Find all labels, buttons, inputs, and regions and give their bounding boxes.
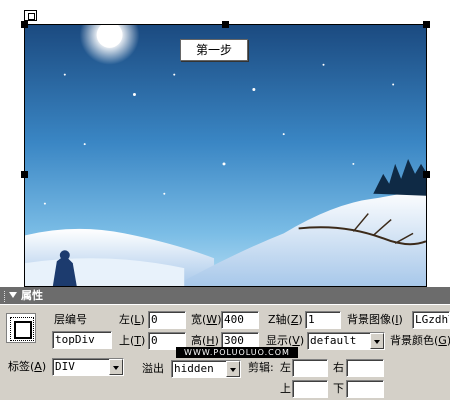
resize-handle-mr[interactable] xyxy=(423,171,430,178)
z-index-input[interactable]: 1 xyxy=(305,311,341,329)
overflow-label: 溢出 xyxy=(142,362,164,375)
clip-left-input[interactable] xyxy=(292,359,328,377)
tag-value: DIV xyxy=(55,360,75,373)
panel-title: 属性 xyxy=(21,289,43,302)
chevron-down-icon[interactable] xyxy=(109,359,123,375)
width-input[interactable]: 400 xyxy=(221,311,259,329)
tag-label: 标签(A) xyxy=(8,360,47,373)
clip-left-label: 左 xyxy=(280,361,291,374)
resize-handle-tr[interactable] xyxy=(423,21,430,28)
chevron-down-icon[interactable] xyxy=(370,333,384,349)
bg-image-input[interactable]: LGzdhY xyxy=(412,311,450,329)
watermark: WWW.POLUOLUO.COM xyxy=(176,347,298,358)
left-input[interactable]: 0 xyxy=(148,311,186,329)
layer-anchor-icon[interactable] xyxy=(24,10,37,21)
app-window: 第一步 属性 层编号 topDiv 左(L) 0 上(T) 0 宽(W) 400… xyxy=(0,0,450,400)
properties-panel-header[interactable]: 属性 xyxy=(0,287,450,304)
top-label: 上(T) xyxy=(119,334,146,347)
visibility-value: default xyxy=(310,334,357,347)
resize-handle-ml[interactable] xyxy=(21,171,28,178)
chevron-down-icon[interactable] xyxy=(226,361,240,377)
overflow-select[interactable]: hidden xyxy=(171,360,241,378)
overflow-value: hidden xyxy=(174,362,214,375)
visibility-select[interactable]: default xyxy=(307,332,385,350)
clip-top-label: 上 xyxy=(280,382,291,395)
clip-top-input[interactable] xyxy=(292,380,328,398)
bg-image-label: 背景图像(I) xyxy=(347,313,403,326)
layer-type-icon xyxy=(6,313,36,343)
clip-bottom-input[interactable] xyxy=(346,380,384,398)
clip-right-label: 右 xyxy=(333,361,344,374)
resize-handle-tm[interactable] xyxy=(222,21,229,28)
collapse-triangle-icon[interactable] xyxy=(9,292,17,298)
winter-scene-image xyxy=(25,25,426,286)
resize-handle-tl[interactable] xyxy=(21,21,28,28)
layer-id-input[interactable]: topDiv xyxy=(52,331,112,349)
step-one-box[interactable]: 第一步 xyxy=(180,39,248,61)
bg-color-label: 背景颜色(G) xyxy=(390,334,450,347)
z-index-label: Z轴(Z) xyxy=(268,313,303,326)
left-label: 左(L) xyxy=(119,313,145,326)
clip-label: 剪辑: xyxy=(248,361,274,374)
tag-select[interactable]: DIV xyxy=(52,358,124,376)
layer-id-label: 层编号 xyxy=(54,313,87,326)
width-label: 宽(W) xyxy=(191,313,222,326)
clip-right-input[interactable] xyxy=(346,359,384,377)
panel-grip-icon[interactable] xyxy=(4,290,7,302)
design-view[interactable]: 第一步 xyxy=(0,0,450,287)
clip-bottom-label: 下 xyxy=(333,382,344,395)
layer-topdiv[interactable]: 第一步 xyxy=(24,24,427,287)
